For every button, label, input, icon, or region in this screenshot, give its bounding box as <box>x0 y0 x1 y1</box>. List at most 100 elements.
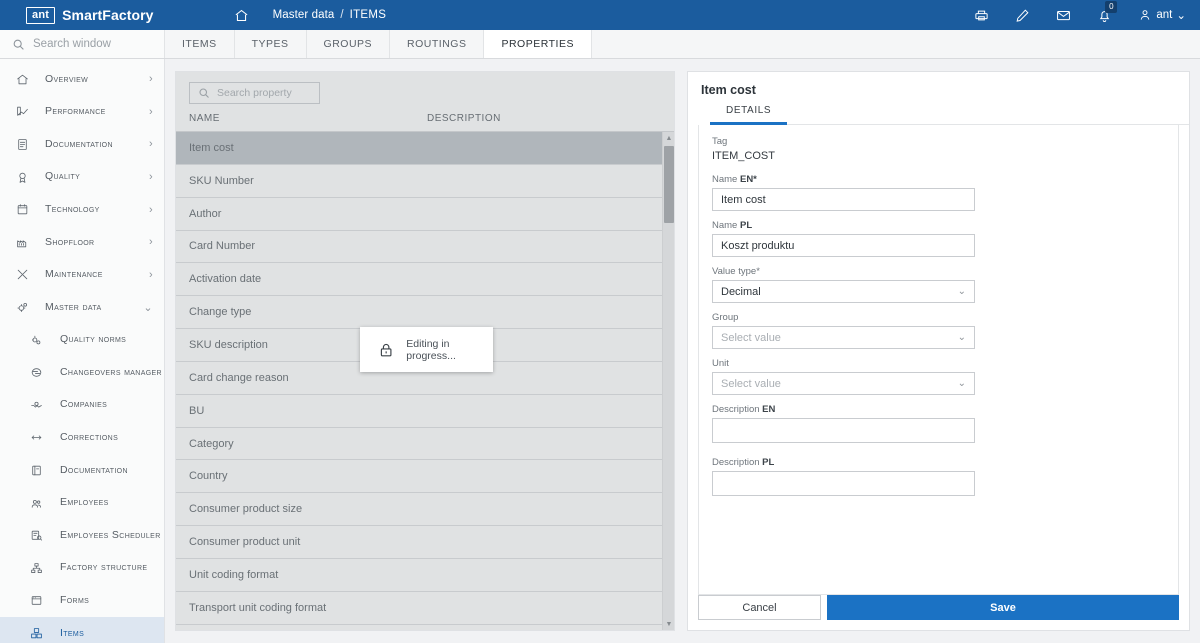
tab-routings[interactable]: ROUTINGS <box>390 30 485 58</box>
cancel-button[interactable]: Cancel <box>698 595 821 620</box>
name-pl-input[interactable] <box>712 234 975 257</box>
group-select[interactable]: Select value ⌄ <box>712 326 975 349</box>
norms-icon <box>30 334 50 347</box>
sidebar-item-technology[interactable]: Technology › <box>0 193 164 226</box>
table-row[interactable]: Activation date <box>176 263 662 297</box>
breadcrumb-root[interactable]: Master data <box>273 9 335 21</box>
sidebar-item-documentation[interactable]: Documentation › <box>0 128 164 161</box>
details-actions: Cancel Save <box>688 595 1189 630</box>
changeover-icon <box>30 366 50 379</box>
sidebar-item-label: Technology <box>45 202 100 215</box>
row-name: Item cost <box>189 141 234 154</box>
table-row[interactable]: Category <box>176 428 662 461</box>
value-type-select[interactable]: Decimal ⌄ <box>712 280 975 303</box>
table-row[interactable]: Transport unit coding format <box>176 592 662 625</box>
name-en-input[interactable] <box>712 188 975 211</box>
sidebar-item-forms[interactable]: Forms <box>0 585 164 618</box>
sidebar-item-shopfloor[interactable]: Shopfloor › <box>0 226 164 259</box>
column-header-name: NAME <box>189 113 220 124</box>
sidebar-item-documentation[interactable]: Documentation <box>0 454 164 487</box>
details-panel: Item cost DETAILS Tag ITEM_COST Name EN* <box>687 71 1190 631</box>
row-name: SKU Number <box>189 174 254 187</box>
sidebar-item-corrections[interactable]: Corrections <box>0 422 164 455</box>
sidebar-item-employees[interactable]: Employees <box>0 487 164 520</box>
sidebar-item-employees-scheduler[interactable]: Employees Scheduler <box>0 519 164 552</box>
tab-properties[interactable]: PROPERTIES <box>484 30 592 58</box>
scrollbar-thumb[interactable] <box>664 146 674 223</box>
sidebar-item-label: Performance <box>45 105 106 118</box>
tab-items[interactable]: ITEMS <box>165 30 235 58</box>
list-scrollbar[interactable]: ▲ ▼ <box>662 132 674 630</box>
search-window-input[interactable] <box>33 38 143 50</box>
table-row[interactable]: Change type <box>176 296 662 330</box>
tab-types[interactable]: TYPES <box>234 30 307 58</box>
form-icon <box>30 594 50 607</box>
table-row[interactable]: Author <box>176 198 662 231</box>
list-column-headers: NAME DESCRIPTION <box>176 113 674 132</box>
table-row[interactable]: Card Number <box>176 231 662 264</box>
name-pl-label: Name PL <box>712 220 975 231</box>
table-row[interactable]: Unit coding format <box>176 559 662 592</box>
sidebar-item-companies[interactable]: Companies <box>0 389 164 422</box>
chevron-down-icon: ⌄ <box>957 378 966 389</box>
application-window: ant SmartFactory Master data / ITEMS 0 a… <box>0 0 1200 643</box>
description-pl-input[interactable] <box>712 471 975 496</box>
table-row[interactable]: Consumer product size <box>176 493 662 527</box>
details-form: Tag ITEM_COST Name EN* Name PL <box>698 125 1179 595</box>
hamburger-icon[interactable] <box>190 11 208 19</box>
sidebar-item-overview[interactable]: Overview › <box>0 63 164 96</box>
sidebar-item-label: Corrections <box>60 431 119 444</box>
tab-groups[interactable]: GROUPS <box>306 30 391 58</box>
sidebar-item-quality-norms[interactable]: Quality norms <box>0 324 164 357</box>
unit-select[interactable]: Select value ⌄ <box>712 372 975 395</box>
field-name-pl: Name PL <box>712 220 975 257</box>
sidebar-item-maintenance[interactable]: Maintenance › <box>0 259 164 292</box>
print-icon[interactable] <box>974 8 989 23</box>
table-row[interactable]: Item cost <box>176 132 662 165</box>
chevron-right-icon: › <box>148 138 153 151</box>
bell-icon[interactable]: 0 <box>1097 0 1118 23</box>
scroll-down-icon[interactable]: ▼ <box>663 618 674 630</box>
tools-icon <box>16 268 36 281</box>
sidebar-item-label: Forms <box>60 594 90 607</box>
name-en-label-text: Name <box>712 174 740 185</box>
table-row[interactable]: Country <box>176 460 662 494</box>
row-name: BU <box>189 404 205 417</box>
property-search[interactable] <box>189 82 320 104</box>
tab-details[interactable]: DETAILS <box>710 105 788 125</box>
name-en-label: Name EN* <box>712 174 975 185</box>
top-navigation-bar: ant SmartFactory Master data / ITEMS 0 a… <box>0 0 1200 30</box>
table-row[interactable]: Consumer product unit <box>176 526 662 559</box>
sidebar-item-label: Changeovers manager <box>60 366 162 379</box>
save-button[interactable]: Save <box>827 595 1179 620</box>
search-icon <box>199 88 209 98</box>
user-menu[interactable]: ant ⌄ <box>1138 8 1186 22</box>
calendar-icon <box>16 203 36 216</box>
handshake-icon <box>30 399 50 412</box>
search-property-input[interactable] <box>217 87 303 99</box>
mail-icon[interactable] <box>1056 8 1071 23</box>
row-name: Unit coding format <box>189 568 279 581</box>
app-logo[interactable]: ant SmartFactory <box>0 6 154 24</box>
sidebar-item-master-data[interactable]: Master data ⌄ <box>0 291 164 324</box>
sidebar-item-performance[interactable]: Performance › <box>0 96 164 129</box>
sidebar-item-changeovers-manager[interactable]: Changeovers manager <box>0 356 164 389</box>
sidebar-item-items[interactable]: Items <box>0 617 164 643</box>
sidebar-item-label: Companies <box>60 398 108 411</box>
home-icon[interactable] <box>234 8 249 23</box>
table-row[interactable]: BU <box>176 395 662 428</box>
group-label: Group <box>712 312 739 323</box>
sidebar-item-quality[interactable]: Quality › <box>0 161 164 194</box>
description-en-input[interactable] <box>712 418 975 443</box>
hierarchy-icon <box>30 562 50 575</box>
sidebar-item-factory-structure[interactable]: Factory structure <box>0 552 164 585</box>
table-row[interactable]: SKU Number <box>176 165 662 198</box>
sidebar-item-label: Master data <box>45 300 102 313</box>
details-title: Item cost <box>701 83 756 97</box>
pen-icon[interactable] <box>1015 8 1030 23</box>
details-tabs: DETAILS <box>688 97 1189 125</box>
window-search[interactable] <box>0 30 165 58</box>
scroll-up-icon[interactable]: ▲ <box>663 132 674 144</box>
sidebar-item-label: Overview <box>45 72 89 85</box>
field-value-type: Value type* Decimal ⌄ <box>712 266 975 303</box>
